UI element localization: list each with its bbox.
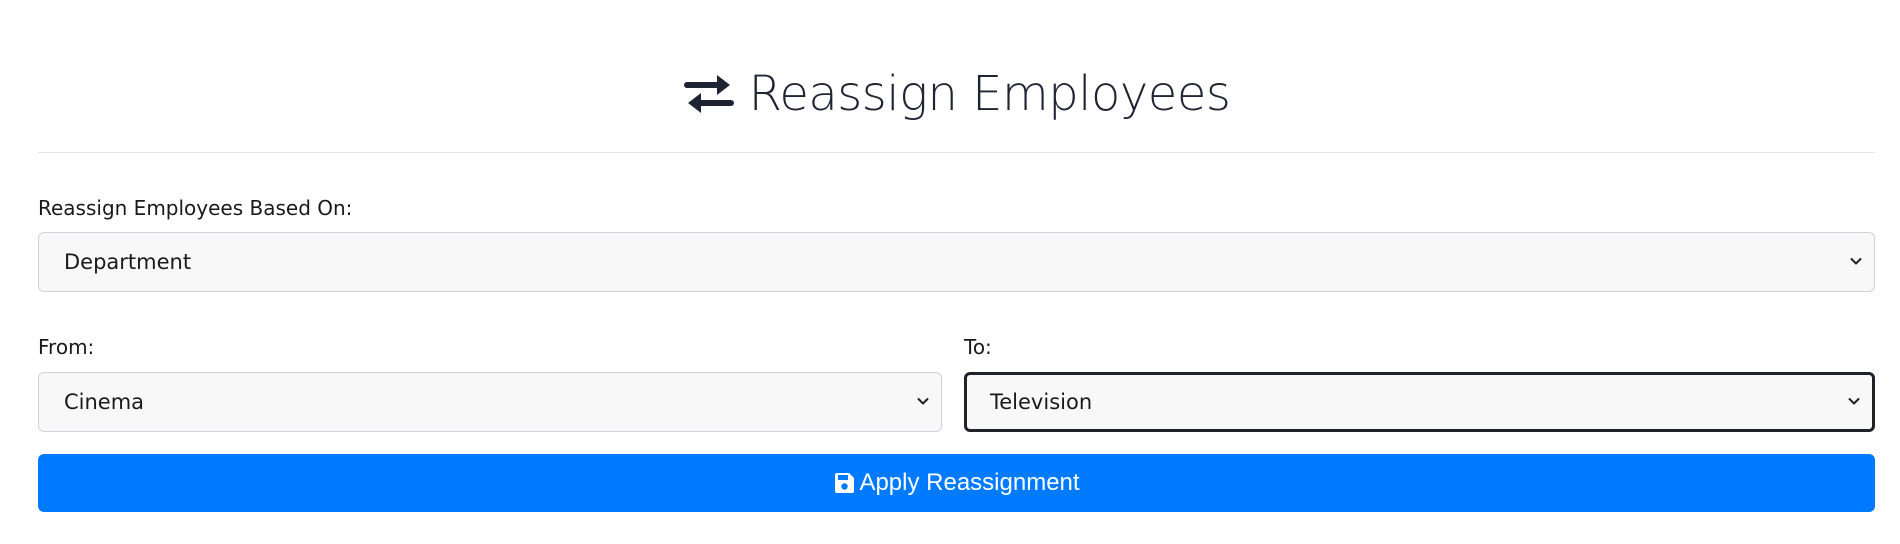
apply-reassignment-button[interactable]: Apply Reassignment (38, 454, 1875, 512)
reassign-basis-value: Department (64, 250, 192, 274)
exchange-arrows-icon (683, 72, 735, 116)
page-header: Reassign Employees (38, 60, 1875, 153)
reassign-basis-select[interactable]: Department (38, 232, 1875, 292)
reassign-employees-page: Reassign Employees Reassign Employees Ba… (0, 0, 1900, 544)
page-title: Reassign Employees (748, 66, 1231, 122)
from-value: Cinema (64, 390, 145, 414)
from-select[interactable]: Cinema (38, 372, 942, 432)
to-label: To: (964, 335, 992, 359)
from-label: From: (38, 335, 95, 359)
floppy-disk-save-icon (833, 472, 855, 494)
chevron-down-icon (1848, 398, 1860, 405)
page-title-wrap: Reassign Employees (683, 70, 1231, 118)
to-value: Television (990, 390, 1093, 414)
reassign-basis-label: Reassign Employees Based On: (38, 196, 353, 220)
apply-reassignment-label: Apply Reassignment (859, 469, 1080, 496)
chevron-down-icon (917, 398, 929, 405)
to-select[interactable]: Television (964, 372, 1875, 432)
chevron-down-icon (1850, 258, 1862, 265)
